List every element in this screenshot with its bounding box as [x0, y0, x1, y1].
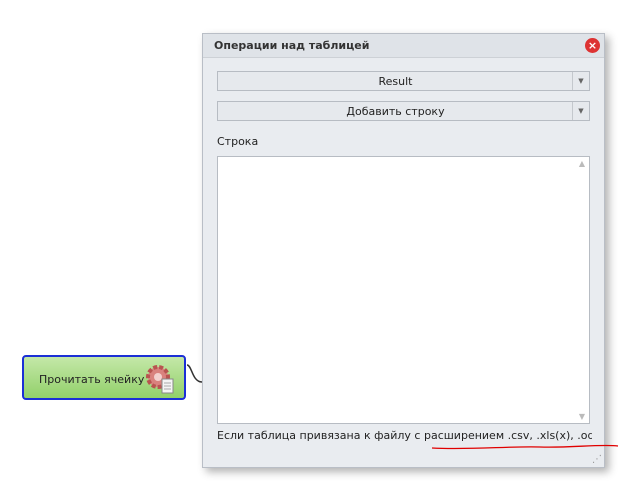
chevron-down-icon[interactable]: ▼: [572, 72, 589, 90]
dialog-title: Операции над таблицей: [214, 39, 370, 52]
row-label: Строка: [217, 135, 259, 148]
node-label: Прочитать ячейку: [39, 373, 145, 386]
resize-grip-icon[interactable]: ⋰: [592, 454, 602, 465]
table-select[interactable]: Result ▼: [217, 71, 590, 91]
dialog-titlebar[interactable]: Операции над таблицей ×: [203, 34, 604, 58]
gear-document-icon: [146, 365, 174, 394]
operation-select-value: Добавить строку: [346, 105, 445, 118]
table-operations-dialog: Операции над таблицей × Result ▼ Добавит…: [202, 33, 605, 468]
red-underline-annotation: [431, 444, 619, 450]
read-cell-node[interactable]: Прочитать ячейку: [22, 355, 186, 400]
table-select-value: Result: [378, 75, 413, 88]
close-icon[interactable]: ×: [585, 38, 600, 53]
scrollbar[interactable]: ▲ ▼: [575, 157, 589, 423]
operation-select[interactable]: Добавить строку ▼: [217, 101, 590, 121]
row-textarea[interactable]: ▲ ▼: [217, 156, 590, 424]
chevron-down-icon[interactable]: ▼: [572, 102, 589, 120]
